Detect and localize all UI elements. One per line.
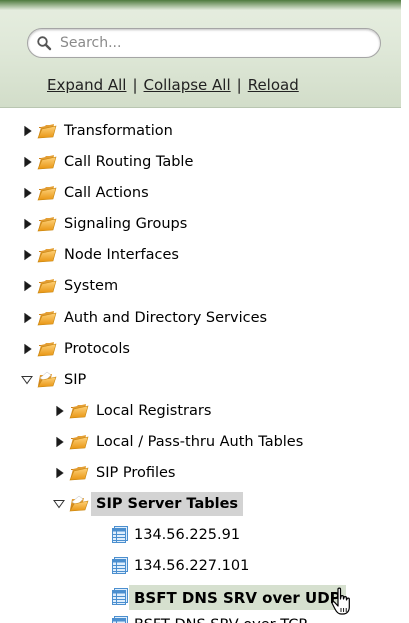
reload-link[interactable]: Reload — [248, 76, 299, 94]
tree-item-label: Transformation — [64, 123, 173, 139]
tree-item-label: Signaling Groups — [64, 216, 188, 232]
tree-item-label: Node Interfaces — [64, 247, 179, 263]
folder-icon — [37, 246, 57, 264]
expand-arrow-icon[interactable] — [23, 218, 33, 230]
tree-item-label: SIP — [64, 372, 87, 388]
table-icon — [111, 557, 128, 575]
link-separator: | — [236, 76, 242, 94]
folder-open-icon — [69, 495, 89, 513]
search-icon — [37, 36, 52, 51]
folder-icon — [37, 277, 57, 295]
tree-item-bsft-dns-srv-udp[interactable]: BSFT DNS SRV over UDP — [111, 582, 346, 612]
expand-arrow-icon[interactable] — [23, 312, 33, 324]
expand-arrow-icon[interactable] — [23, 343, 33, 355]
tree-item-bsft-dns-srv-tcp[interactable]: BSFT DNS SRV over TCP — [111, 610, 307, 623]
folder-icon — [37, 153, 57, 171]
tree-item-signaling-groups[interactable]: Signaling Groups — [23, 209, 187, 239]
header-top-border — [0, 0, 401, 10]
tree-item-label: Auth and Directory Services — [64, 310, 268, 326]
expand-arrow-icon[interactable] — [55, 436, 65, 448]
tree-item-label: 134.56.225.91 — [134, 527, 241, 543]
tree-item-call-routing-table[interactable]: Call Routing Table — [23, 147, 193, 177]
tree-item-protocols[interactable]: Protocols — [23, 334, 130, 364]
expand-arrow-icon[interactable] — [23, 156, 33, 168]
expand-arrow-icon[interactable] — [23, 249, 33, 261]
search-box[interactable] — [27, 28, 381, 58]
folder-open-icon — [37, 371, 57, 389]
tree-item-label: Call Actions — [64, 185, 149, 201]
table-icon — [111, 616, 128, 623]
folder-icon — [69, 433, 89, 451]
panel-header: Expand All | Collapse All | Reload — [0, 0, 401, 107]
expand-all-link[interactable]: Expand All — [47, 76, 126, 94]
tree-item-server-134-56-225-91[interactable]: 134.56.225.91 — [111, 520, 240, 550]
link-separator: | — [132, 76, 138, 94]
search-input[interactable] — [60, 32, 360, 54]
tree-item-local-registrars[interactable]: Local Registrars — [55, 396, 211, 426]
hand-cursor-icon — [331, 587, 350, 615]
expand-arrow-icon[interactable] — [23, 187, 33, 199]
collapse-arrow-icon[interactable] — [53, 499, 65, 509]
tree-item-label: Protocols — [64, 341, 130, 357]
tree-item-node-interfaces[interactable]: Node Interfaces — [23, 240, 179, 270]
tree-item-sip[interactable]: SIP — [21, 365, 86, 395]
folder-icon — [37, 122, 57, 140]
folder-icon — [69, 402, 89, 420]
tree-item-label: BSFT DNS SRV over TCP — [134, 615, 307, 623]
header-divider — [0, 107, 401, 108]
tree-item-label: SIP Profiles — [96, 465, 176, 481]
tree-item-label: Local Registrars — [96, 403, 212, 419]
tree-item-label: Call Routing Table — [64, 154, 194, 170]
expand-arrow-icon[interactable] — [55, 467, 65, 479]
navigation-panel: Expand All | Collapse All | Reload — [0, 0, 402, 623]
folder-icon — [37, 340, 57, 358]
tree-item-label: 134.56.227.101 — [134, 558, 250, 574]
expand-arrow-icon[interactable] — [55, 405, 65, 417]
tree-item-label-selected: SIP Server Tables — [91, 492, 244, 516]
folder-icon — [37, 215, 57, 233]
tree-item-local-pass-thru-auth-tables[interactable]: Local / Pass-thru Auth Tables — [55, 427, 303, 457]
tree-item-sip-profiles[interactable]: SIP Profiles — [55, 458, 175, 488]
folder-icon — [69, 464, 89, 482]
folder-icon — [37, 309, 57, 327]
tree-item-auth-directory-services[interactable]: Auth and Directory Services — [23, 303, 267, 333]
table-icon — [111, 588, 128, 606]
expand-arrow-icon[interactable] — [23, 125, 33, 137]
content-area-edge — [401, 0, 409, 623]
tree-item-call-actions[interactable]: Call Actions — [23, 178, 149, 208]
tree-item-label: Local / Pass-thru Auth Tables — [96, 434, 304, 450]
table-icon — [111, 526, 128, 544]
tree-item-label: System — [64, 278, 119, 294]
folder-icon — [37, 184, 57, 202]
tree-item-server-134-56-227-101[interactable]: 134.56.227.101 — [111, 551, 249, 581]
tree-item-system[interactable]: System — [23, 271, 118, 301]
tree-actions: Expand All | Collapse All | Reload — [47, 76, 299, 94]
tree-item-sip-server-tables[interactable]: SIP Server Tables — [53, 489, 244, 519]
collapse-all-link[interactable]: Collapse All — [144, 76, 231, 94]
expand-arrow-icon[interactable] — [23, 280, 33, 292]
tree-item-label-hover: BSFT DNS SRV over UDP — [129, 584, 346, 610]
tree-item-transformation[interactable]: Transformation — [23, 116, 173, 146]
collapse-arrow-icon[interactable] — [21, 375, 33, 385]
